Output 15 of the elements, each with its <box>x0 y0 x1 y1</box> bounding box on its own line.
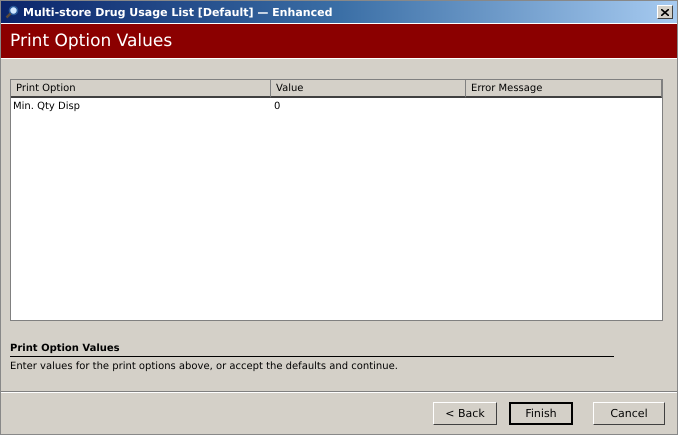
section-title: Print Option Values <box>10 343 614 357</box>
table-cell: Min. Qty Disp <box>13 101 80 112</box>
section-description: Enter values for the print options above, or accept the defaults and continue. <box>10 361 399 372</box>
column-header[interactable]: Error Message <box>466 80 662 98</box>
header-title: Print Option Values <box>10 31 172 51</box>
close-button[interactable] <box>657 5 673 19</box>
table-cell: 0 <box>274 101 280 112</box>
column-header[interactable]: Print Option <box>11 80 271 98</box>
dialog-button[interactable]: < Back <box>433 402 497 424</box>
dialog-button[interactable]: Finish <box>509 402 573 424</box>
dialog-button[interactable]: Cancel <box>593 402 665 424</box>
column-header[interactable]: Value <box>271 80 466 98</box>
window-title: Multi-store Drug Usage List [Default] — Enhanced <box>23 6 334 18</box>
magnifier-icon <box>5 5 19 19</box>
close-icon <box>661 8 669 16</box>
